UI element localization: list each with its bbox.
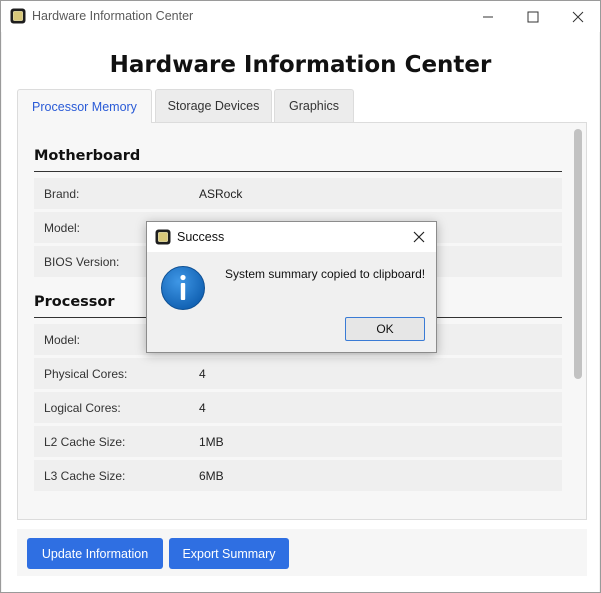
page-title: Hardware Information Center	[109, 52, 492, 78]
row-label: Logical Cores:	[44, 401, 121, 415]
action-bar: Update Information Export Summary	[17, 529, 587, 576]
close-icon[interactable]	[411, 229, 427, 245]
row-value: 4	[199, 367, 206, 381]
row-label: Model:	[44, 333, 81, 347]
row-value: 4	[199, 401, 206, 415]
chip-icon	[10, 8, 26, 24]
scrollbar-thumb[interactable]	[574, 129, 582, 379]
chip-icon	[155, 229, 171, 245]
success-dialog: Success System summary copied to clipboa…	[146, 221, 437, 353]
dialog-message: System summary copied to clipboard!	[225, 267, 426, 281]
update-information-button[interactable]: Update Information	[27, 538, 163, 569]
maximize-button[interactable]	[510, 1, 556, 32]
title-bar[interactable]: Hardware Information Center	[1, 1, 600, 32]
close-icon	[572, 11, 584, 22]
row-label: Physical Cores:	[44, 367, 128, 381]
section-title-processor: Processor	[34, 294, 115, 310]
minimize-button[interactable]	[465, 1, 511, 32]
dialog-title: Success	[177, 230, 225, 244]
info-row: L2 Cache Size: 1MB	[34, 426, 562, 458]
row-value: 6MB	[199, 469, 224, 483]
info-row: L3 Cache Size: 6MB	[34, 460, 562, 492]
maximize-icon	[527, 11, 539, 22]
info-row: Logical Cores: 4	[34, 392, 562, 424]
row-label: Model:	[44, 221, 81, 235]
row-value: 1MB	[199, 435, 224, 449]
dialog-body: System summary copied to clipboard! OK	[147, 252, 436, 352]
section-title-motherboard: Motherboard	[34, 148, 141, 164]
row-label: L2 Cache Size:	[44, 435, 126, 449]
section-divider	[34, 171, 562, 172]
info-row: Brand: ASRock	[34, 178, 562, 210]
row-label: L3 Cache Size:	[44, 469, 126, 483]
tab-graphics[interactable]: Graphics	[274, 89, 354, 122]
info-icon	[161, 266, 205, 310]
dialog-title-bar[interactable]: Success	[147, 222, 436, 252]
export-summary-button[interactable]: Export Summary	[169, 538, 289, 569]
tab-processor-memory[interactable]: Processor Memory	[17, 89, 152, 123]
info-row: Physical Cores: 4	[34, 358, 562, 390]
ok-button[interactable]: OK	[345, 317, 425, 341]
row-label: Brand:	[44, 187, 80, 201]
row-value: ASRock	[199, 187, 243, 201]
tab-storage-devices[interactable]: Storage Devices	[155, 89, 272, 122]
close-button[interactable]	[555, 1, 601, 32]
vertical-scrollbar[interactable]	[574, 127, 582, 515]
window-title: Hardware Information Center	[32, 9, 194, 23]
minimize-icon	[483, 16, 493, 17]
row-label: BIOS Version:	[44, 255, 120, 269]
